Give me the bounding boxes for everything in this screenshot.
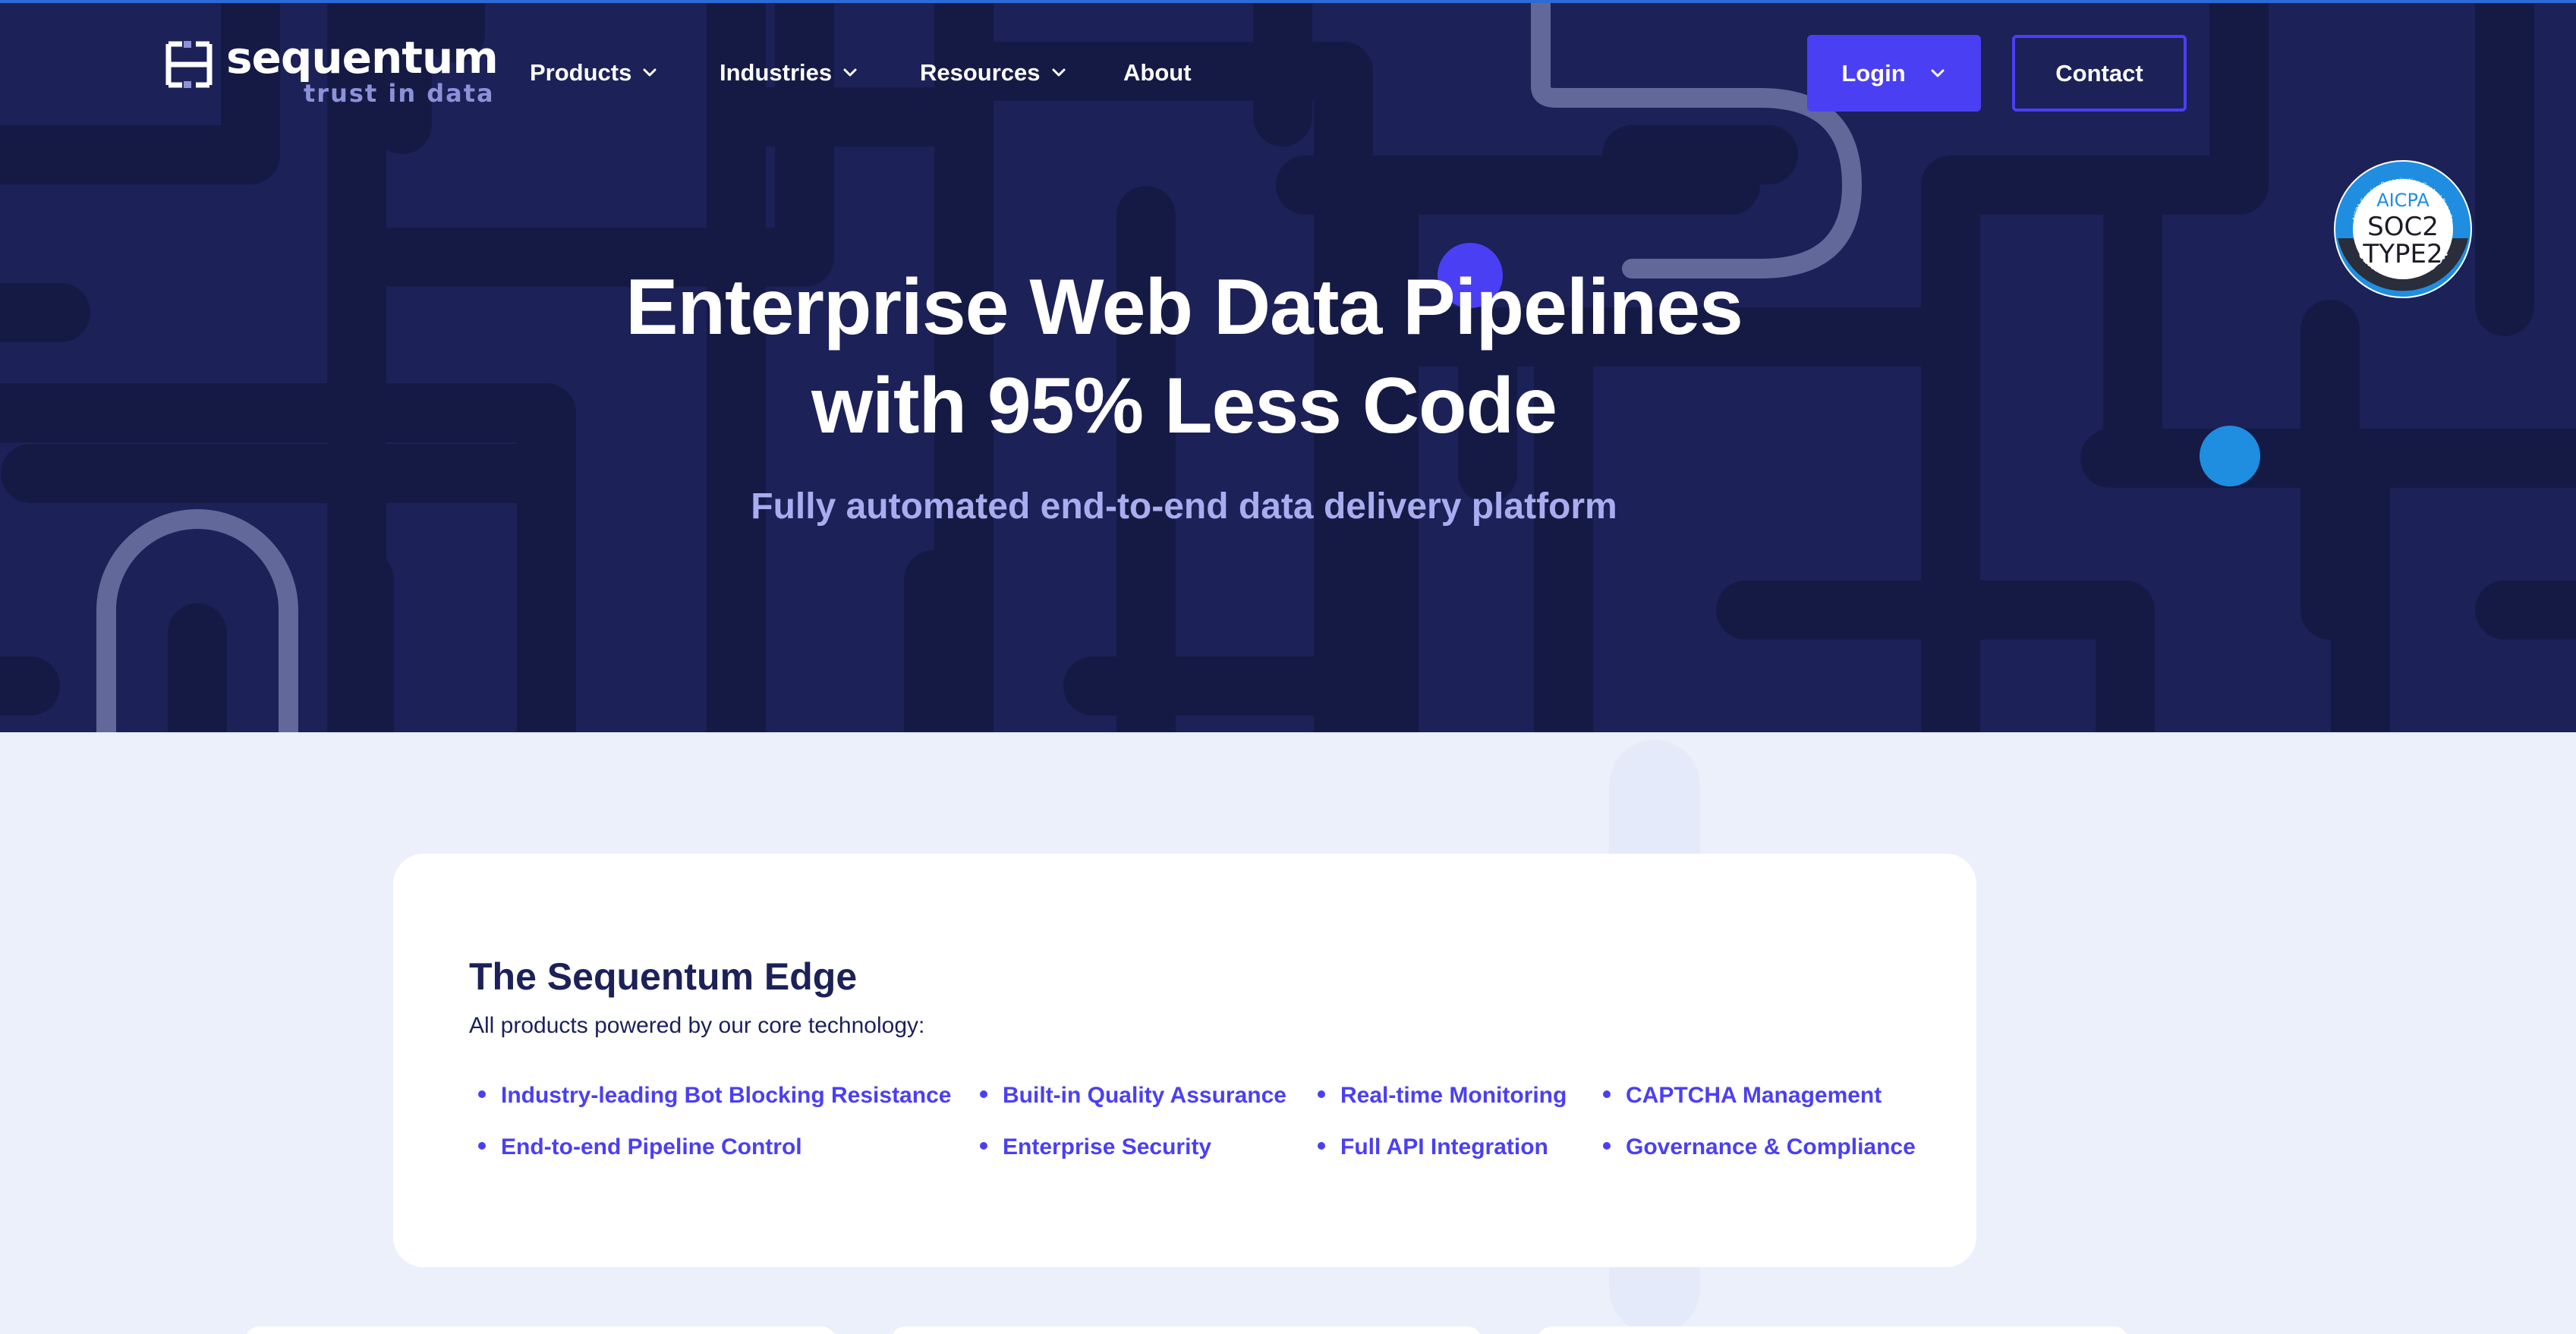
nav-resources-label: Resources bbox=[920, 59, 1041, 86]
hero-title-line2: with 95% Less Code bbox=[811, 362, 1557, 450]
feature-item: Full API Integration bbox=[1318, 1134, 1548, 1160]
login-button[interactable]: Login bbox=[1807, 35, 1981, 112]
hero-subtitle: Fully automated end-to-end data delivery… bbox=[751, 486, 1617, 527]
soc2-badge[interactable]: AICPA Service Organization Control Repor… bbox=[2333, 159, 2473, 299]
decor-dot-blue bbox=[2200, 426, 2260, 486]
feature-item: End-to-end Pipeline Control bbox=[478, 1134, 802, 1160]
hero-title: Enterprise Web Data Pipelines with 95% L… bbox=[425, 258, 1943, 455]
contact-label: Contact bbox=[2055, 59, 2143, 87]
logo-wordmark: sequentum bbox=[226, 32, 499, 83]
feature-item: Real-time Monitoring bbox=[1318, 1083, 1567, 1109]
contact-button[interactable]: Contact bbox=[2012, 35, 2187, 112]
feature-item: Built-in Quality Assurance bbox=[980, 1083, 1286, 1109]
login-label: Login bbox=[1841, 59, 1906, 87]
product-card-peek bbox=[890, 1326, 1482, 1334]
nav-resources[interactable]: Resources bbox=[920, 56, 1068, 90]
feature-item: Governance & Compliance bbox=[1603, 1134, 1916, 1160]
nav-industries-label: Industries bbox=[720, 59, 833, 86]
nav-about-label: About bbox=[1123, 59, 1192, 86]
product-card-peek bbox=[1537, 1326, 2129, 1334]
top-nav: sequentum trust in data Products Industr… bbox=[0, 32, 2576, 113]
badge-top-text: AICPA bbox=[2376, 190, 2430, 211]
feature-item: CAPTCHA Management bbox=[1603, 1083, 1882, 1109]
feature-list: Industry-leading Bot Blocking Resistance… bbox=[393, 854, 1976, 1267]
feature-item: Industry-leading Bot Blocking Resistance bbox=[478, 1083, 951, 1109]
badge-line2: TYPE2 bbox=[2362, 239, 2442, 269]
chevron-down-icon bbox=[643, 68, 657, 77]
edge-card: The Sequentum Edge All products powered … bbox=[393, 854, 1976, 1267]
feature-item: Enterprise Security bbox=[980, 1134, 1211, 1160]
nav-about[interactable]: About bbox=[1123, 56, 1192, 90]
badge-line1: SOC2 bbox=[2367, 212, 2439, 242]
chevron-down-icon bbox=[1931, 69, 1945, 77]
product-card-peek bbox=[244, 1326, 836, 1334]
hero-title-line1: Enterprise Web Data Pipelines bbox=[625, 263, 1743, 351]
chevron-down-icon bbox=[843, 68, 857, 77]
logo[interactable]: sequentum trust in data bbox=[165, 32, 499, 110]
nav-industries[interactable]: Industries bbox=[720, 56, 859, 90]
logo-tagline: trust in data bbox=[304, 79, 495, 108]
chevron-down-icon bbox=[1052, 68, 1066, 77]
hero-section: sequentum trust in data Products Industr… bbox=[0, 0, 2576, 732]
nav-products[interactable]: Products bbox=[530, 56, 659, 90]
logo-mark-icon bbox=[165, 41, 213, 88]
nav-products-label: Products bbox=[530, 59, 632, 86]
